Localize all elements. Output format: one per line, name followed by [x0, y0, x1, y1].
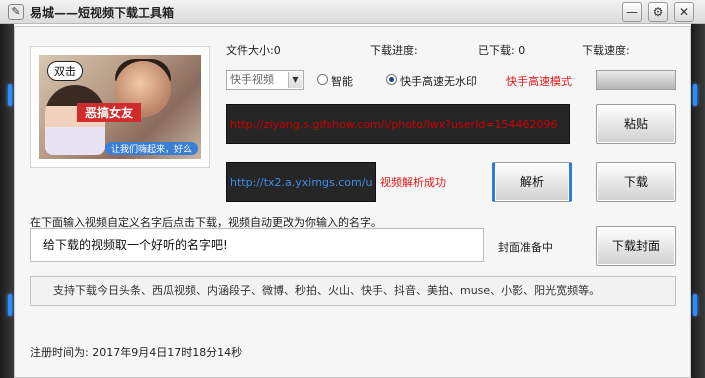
rail-accent: [693, 294, 697, 316]
download-cover-button[interactable]: 下载封面: [596, 226, 676, 266]
file-size-label: 文件大小:0: [226, 44, 281, 57]
mode-status-text: 快手高速模式: [506, 75, 572, 88]
video-thumbnail: 双击 恶搞女友 让我们嗨起来，好么: [30, 46, 210, 168]
platform-select[interactable]: 快手视频 ▼: [226, 70, 304, 90]
progress-label: 下载进度:: [370, 44, 418, 57]
thumbnail-red-caption: 恶搞女友: [77, 103, 142, 122]
cover-status-text: 封面准备中: [498, 241, 553, 254]
close-button[interactable]: ✕: [674, 2, 694, 22]
minimize-button[interactable]: —: [622, 2, 642, 22]
platform-select-value: 快手视频: [230, 73, 274, 86]
radio-fast-label[interactable]: 快手高速无水印: [400, 73, 477, 89]
app-icon: ✎: [8, 4, 24, 20]
supported-platforms-text: 支持下载今日头条、西瓜视频、内涵段子、微博、秒拍、火山、快手、抖音、美拍、mus…: [30, 276, 676, 306]
rail-accent: [8, 294, 12, 316]
parsed-url-field[interactable]: http://tx2.a.yximgs.com/u: [226, 162, 376, 202]
window-title: 易城——短视频下载工具箱: [30, 6, 175, 20]
rail-accent: [8, 84, 12, 106]
paste-button[interactable]: 粘贴: [596, 104, 676, 144]
chevron-down-icon[interactable]: ▼: [288, 72, 302, 88]
parse-status-text: 视频解析成功: [380, 176, 446, 189]
right-rail: [691, 24, 705, 378]
downloaded-label: 已下载: 0: [478, 44, 526, 57]
minimize-icon: —: [626, 5, 638, 19]
rail-accent: [693, 84, 697, 106]
thumbnail-blue-caption: 让我们嗨起来，好么: [105, 142, 199, 155]
left-rail: [0, 24, 14, 378]
title-bar: ✎ 易城——短视频下载工具箱 — ⚙ ✕: [0, 0, 705, 24]
registration-time: 注册时间为: 2017年9月4日17时18分14秒: [30, 346, 243, 359]
settings-button[interactable]: ⚙: [648, 2, 668, 22]
radio-smart-label[interactable]: 智能: [331, 73, 353, 89]
thumbnail-bubble-caption: 双击: [47, 61, 83, 81]
source-url-field[interactable]: http://ziyang.s.gifshow.com/i/photo/lwx?…: [226, 104, 570, 144]
radio-fast-no-watermark[interactable]: [386, 74, 397, 85]
radio-smart[interactable]: [317, 74, 328, 85]
download-button[interactable]: 下载: [596, 162, 676, 202]
parse-button[interactable]: 解析: [492, 162, 572, 202]
speed-label: 下载速度:: [582, 44, 630, 57]
thumbnail-image: 双击 恶搞女友 让我们嗨起来，好么: [39, 55, 201, 159]
settings-icon: ⚙: [652, 5, 664, 19]
video-name-input[interactable]: 给下载的视频取一个好听的名字吧!: [30, 228, 484, 262]
close-icon: ✕: [678, 5, 690, 19]
download-progress-bar: [596, 70, 676, 90]
